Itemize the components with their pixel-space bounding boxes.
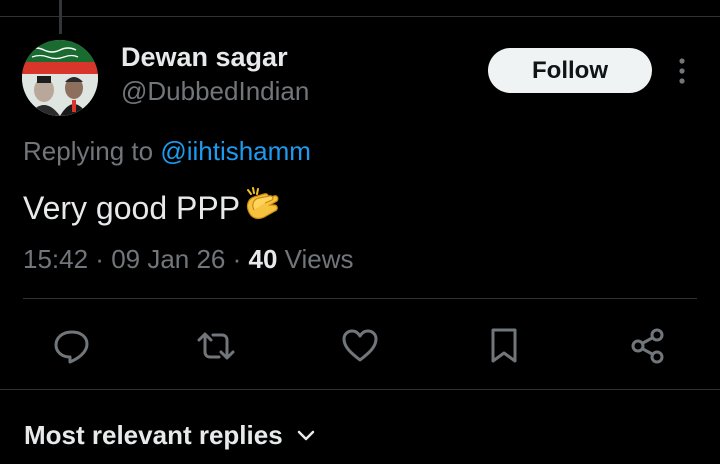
meta-separator: · [88, 244, 112, 274]
retweet-icon[interactable] [196, 326, 236, 366]
thread-connector-line [59, 0, 62, 34]
clapping-hands-icon [242, 186, 280, 230]
divider [23, 298, 697, 299]
replying-to: Replying to @iihtishamm [23, 136, 311, 167]
like-icon[interactable] [340, 326, 380, 366]
views-label: Views [277, 244, 354, 274]
user-handle[interactable]: @DubbedIndian [121, 76, 309, 107]
tweet-body: Very good PPP [23, 189, 241, 226]
replying-to-prefix: Replying to [23, 136, 161, 166]
tweet-metadata: 15:42 · 09 Jan 26 · 40 Views [23, 244, 354, 275]
sort-replies-dropdown[interactable]: Most relevant replies [24, 420, 315, 451]
reply-mention-link[interactable]: @iihtishamm [160, 136, 311, 166]
follow-button[interactable]: Follow [488, 48, 652, 93]
top-divider [0, 16, 720, 17]
tweet-date[interactable]: 09 Jan 26 [111, 244, 225, 274]
reply-icon[interactable] [52, 326, 92, 366]
chevron-down-icon [297, 430, 315, 442]
view-count: 40 [248, 244, 278, 274]
bookmark-icon[interactable] [484, 326, 524, 366]
sort-label: Most relevant replies [24, 420, 283, 450]
meta-separator: · [225, 244, 249, 274]
avatar[interactable] [22, 40, 98, 116]
tweet-text: Very good PPP [23, 186, 280, 230]
more-options-icon[interactable] [670, 56, 694, 86]
display-name[interactable]: Dewan sagar [121, 42, 288, 73]
share-icon[interactable] [628, 326, 668, 366]
tweet-time[interactable]: 15:42 [23, 244, 88, 274]
divider [0, 389, 720, 390]
